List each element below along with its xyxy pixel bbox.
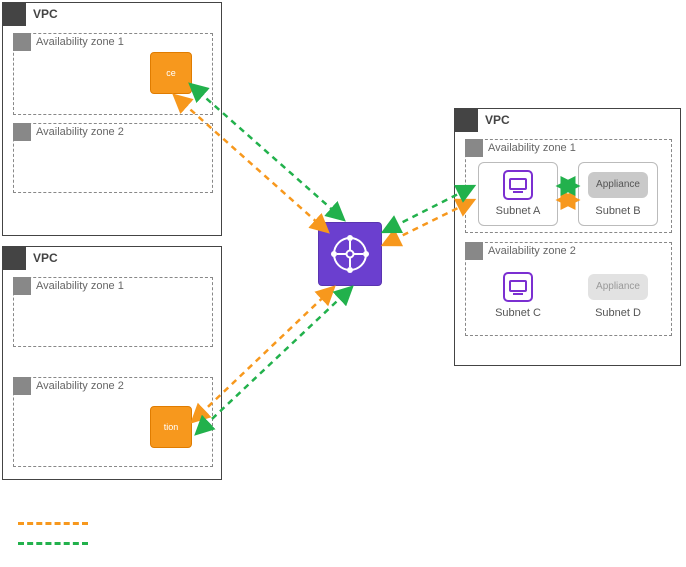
subnet-c-caption: Subnet C	[478, 307, 558, 319]
vpc-a-az1-label: Availability zone 1	[36, 36, 124, 48]
subnet-a-caption: Subnet A	[479, 205, 557, 217]
tgw-attachment-icon	[478, 269, 558, 305]
appliance-d: Appliance	[588, 274, 648, 300]
vpc-c: VPC Availability zone 1 Subnet A Applian…	[454, 108, 681, 366]
transit-gateway-icon	[318, 222, 382, 286]
vpc-a-az1: Availability zone 1 ce	[13, 33, 213, 115]
vpc-b-az2-label: Availability zone 2	[36, 380, 124, 392]
subnet-d-caption: Subnet D	[578, 307, 658, 319]
legend-orange	[18, 522, 88, 525]
subnet-c: Subnet C	[478, 265, 558, 329]
az-icon	[13, 377, 31, 395]
vpc-a-icon	[2, 2, 26, 26]
az-icon	[465, 242, 483, 260]
vpc-b-az2: Availability zone 2 tion	[13, 377, 213, 467]
vpc-a: VPC Availability zone 1 ce Availability …	[2, 2, 222, 236]
tgw-attachment-icon	[479, 167, 557, 203]
subnet-a: Subnet A	[478, 162, 558, 226]
vpc-a-label: VPC	[33, 7, 58, 21]
vpc-b-icon	[2, 246, 26, 270]
vpc-b-az1: Availability zone 1	[13, 277, 213, 347]
source-instance: ce	[150, 52, 192, 94]
vpc-b-az1-label: Availability zone 1	[36, 280, 124, 292]
source-instance-label: ce	[166, 68, 176, 78]
vpc-a-az2-label: Availability zone 2	[36, 126, 124, 138]
az-icon	[13, 277, 31, 295]
vpc-a-az2: Availability zone 2	[13, 123, 213, 193]
subnet-b-caption: Subnet B	[579, 205, 657, 217]
vpc-c-az1-label: Availability zone 1	[488, 142, 576, 154]
subnet-b: Appliance Subnet B	[578, 162, 658, 226]
legend-green	[18, 542, 88, 545]
destination-instance-label: tion	[164, 422, 179, 432]
appliance-b: Appliance	[588, 172, 648, 198]
destination-instance: tion	[150, 406, 192, 448]
az-icon	[13, 33, 31, 51]
az-icon	[13, 123, 31, 141]
vpc-c-az1: Availability zone 1 Subnet A Appliance S…	[465, 139, 672, 233]
vpc-b-label: VPC	[33, 251, 58, 265]
vpc-c-label: VPC	[485, 113, 510, 127]
subnet-d: Appliance Subnet D	[578, 265, 658, 329]
vpc-c-az2: Availability zone 2 Subnet C Appliance S…	[465, 242, 672, 336]
vpc-c-az2-label: Availability zone 2	[488, 245, 576, 257]
az-icon	[465, 139, 483, 157]
vpc-c-icon	[454, 108, 478, 132]
vpc-b: VPC Availability zone 1 Availability zon…	[2, 246, 222, 480]
